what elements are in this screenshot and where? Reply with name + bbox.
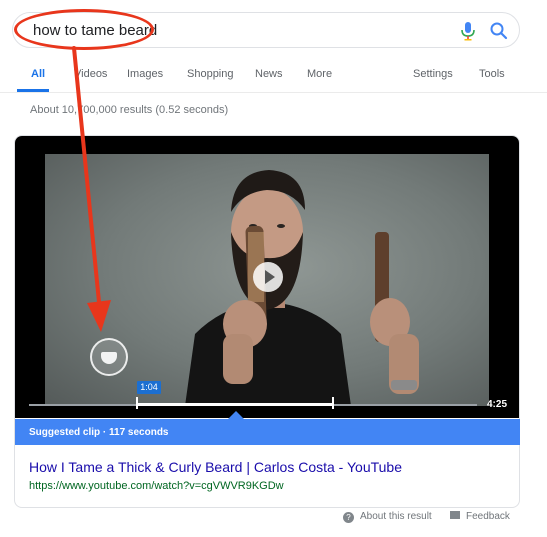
clip-range[interactable]: [137, 403, 333, 406]
tab-tools[interactable]: Tools: [479, 68, 505, 80]
tab-all[interactable]: All: [31, 68, 45, 80]
result-title-link[interactable]: How I Tame a Thick & Curly Beard | Carlo…: [29, 459, 402, 475]
tabs-divider: [0, 92, 547, 93]
tab-settings[interactable]: Settings: [413, 68, 453, 80]
tab-images[interactable]: Images: [127, 68, 163, 80]
feedback-icon: [450, 511, 460, 519]
microphone-icon[interactable]: [459, 21, 477, 41]
about-label: About this result: [360, 511, 432, 522]
help-icon: ?: [343, 512, 354, 523]
tab-shopping[interactable]: Shopping: [187, 68, 234, 80]
results-stats: About 10,700,000 results (0.52 seconds): [30, 104, 229, 116]
play-button[interactable]: [253, 262, 283, 292]
current-time-label: 1:04: [137, 381, 161, 394]
highlight-ellipse: [14, 9, 154, 50]
tab-news[interactable]: News: [255, 68, 283, 80]
clip-end-marker[interactable]: [332, 397, 334, 409]
video-result-card: [14, 135, 520, 508]
video-player[interactable]: [15, 136, 519, 418]
search-tabs: All Videos Images Shopping News More Set…: [0, 68, 547, 92]
tab-videos[interactable]: Videos: [74, 68, 107, 80]
feedback-link[interactable]: Feedback: [450, 511, 510, 522]
about-this-result-link[interactable]: ? About this result: [343, 511, 432, 523]
beard-logo-icon: [90, 338, 128, 376]
tab-more[interactable]: More: [307, 68, 332, 80]
video-duration: 4:25: [487, 399, 508, 410]
suggested-clip-label: Suggested clip · 117 seconds: [29, 427, 169, 438]
feedback-label: Feedback: [466, 511, 510, 522]
clip-notch: [228, 411, 244, 419]
clip-start-marker[interactable]: [136, 397, 138, 409]
search-icon[interactable]: [489, 21, 509, 41]
result-url: https://www.youtube.com/watch?v=cgVWVR9K…: [29, 480, 284, 492]
